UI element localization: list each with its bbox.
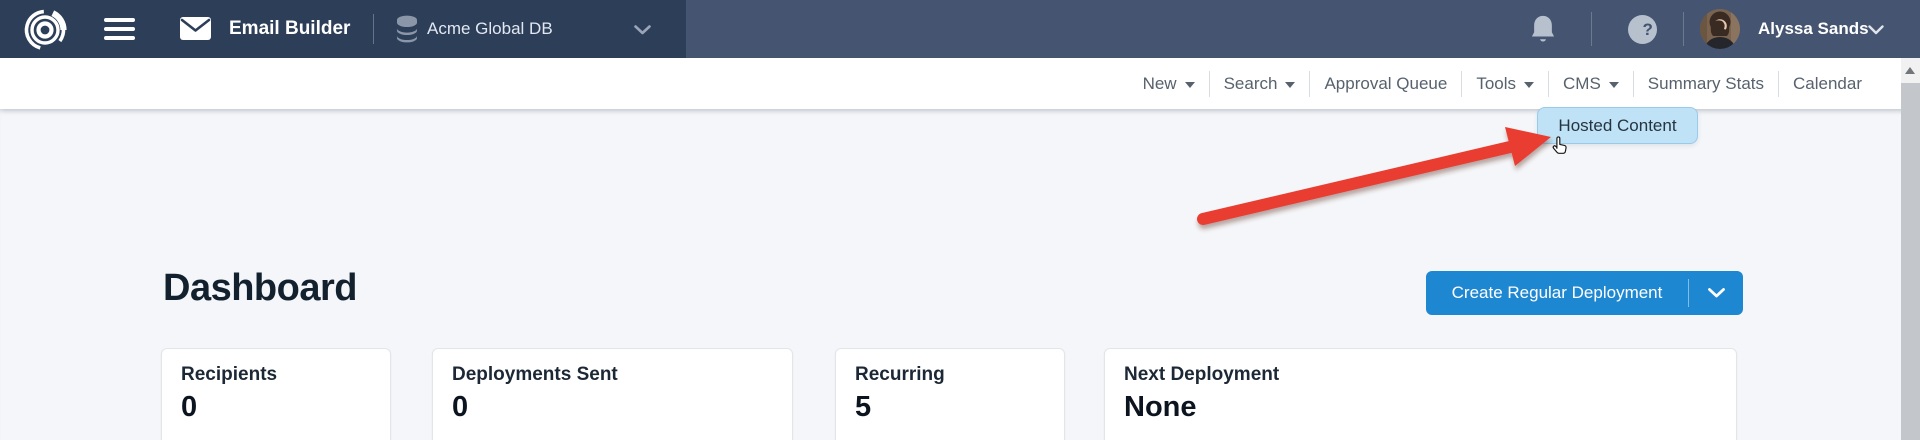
chevron-down-icon bbox=[1708, 288, 1725, 298]
nav-item-search[interactable]: Search bbox=[1224, 74, 1296, 94]
email-envelope-icon bbox=[180, 17, 211, 40]
nav-label: CMS bbox=[1563, 74, 1601, 94]
stat-card-recipients: Recipients 0 Past 30 Days bbox=[161, 348, 391, 440]
nav-divider bbox=[1309, 71, 1310, 97]
notifications-bell-icon[interactable] bbox=[1528, 14, 1558, 46]
card-value: 0 bbox=[181, 391, 371, 424]
nav-label: New bbox=[1143, 74, 1177, 94]
create-regular-deployment-button[interactable]: Create Regular Deployment bbox=[1426, 271, 1743, 315]
stat-card-recurring: Recurring 5 Actively Scheduled bbox=[835, 348, 1065, 440]
stat-card-deployments-sent: Deployments Sent 0 Past 30 Days bbox=[432, 348, 793, 440]
card-value: 5 bbox=[855, 391, 1045, 424]
triangle-up-icon bbox=[1905, 67, 1915, 74]
dashboard-content: Dashboard Create Regular Deployment Reci… bbox=[0, 109, 1920, 440]
nav-label: Approval Queue bbox=[1324, 74, 1447, 94]
card-title: Deployments Sent bbox=[452, 364, 773, 386]
stat-card-next-deployment: Next Deployment None Deployment Name bbox=[1104, 348, 1737, 440]
card-title: Next Deployment bbox=[1124, 364, 1717, 386]
nav-label: Calendar bbox=[1793, 74, 1862, 94]
nav-items: New Search Approval Queue Tools CMS bbox=[1143, 58, 1862, 109]
create-button-dropdown-toggle[interactable] bbox=[1689, 271, 1743, 315]
scrollbar-thumb[interactable] bbox=[1901, 83, 1920, 440]
chevron-down-icon bbox=[1185, 82, 1195, 88]
card-title: Recipients bbox=[181, 364, 371, 386]
database-name: Acme Global DB bbox=[427, 0, 553, 58]
topbar-divider bbox=[1591, 12, 1592, 46]
nav-divider bbox=[1633, 71, 1634, 97]
question-mark-glyph: ? bbox=[1643, 15, 1653, 44]
chevron-down-icon bbox=[1524, 82, 1534, 88]
nav-divider bbox=[1461, 71, 1462, 97]
topbar-divider bbox=[373, 14, 374, 44]
nav-item-new[interactable]: New bbox=[1143, 74, 1195, 94]
nav-item-summary-stats[interactable]: Summary Stats bbox=[1648, 74, 1764, 94]
cms-dropdown-item-hosted-content[interactable]: Hosted Content bbox=[1537, 107, 1698, 144]
user-avatar[interactable] bbox=[1700, 9, 1740, 49]
create-button-label: Create Regular Deployment bbox=[1426, 271, 1688, 315]
topbar-divider bbox=[1683, 12, 1684, 46]
app-title: Email Builder bbox=[229, 0, 350, 58]
app-screen: Email Builder Acme Global DB ? bbox=[0, 0, 1920, 440]
page-title: Dashboard bbox=[163, 267, 357, 310]
help-icon[interactable]: ? bbox=[1628, 15, 1657, 44]
nav-divider bbox=[1778, 71, 1779, 97]
card-value: 0 bbox=[452, 391, 773, 424]
user-name: Alyssa Sands bbox=[1758, 0, 1869, 58]
nav-label: Tools bbox=[1476, 74, 1516, 94]
nav-divider bbox=[1548, 71, 1549, 97]
scrollbar-up-arrow[interactable] bbox=[1901, 58, 1920, 82]
database-icon bbox=[394, 15, 420, 43]
database-selector[interactable]: Acme Global DB bbox=[386, 0, 686, 58]
chevron-down-icon bbox=[634, 25, 651, 35]
nav-divider bbox=[1209, 71, 1210, 97]
main-nav-bar: New Search Approval Queue Tools CMS bbox=[0, 58, 1920, 109]
chevron-down-icon bbox=[1285, 82, 1295, 88]
nav-item-calendar[interactable]: Calendar bbox=[1793, 74, 1862, 94]
nav-item-tools[interactable]: Tools bbox=[1476, 74, 1534, 94]
app-logo-icon[interactable] bbox=[23, 7, 67, 51]
nav-label: Search bbox=[1224, 74, 1278, 94]
nav-item-cms[interactable]: CMS bbox=[1563, 74, 1619, 94]
chevron-down-icon bbox=[1609, 82, 1619, 88]
card-title: Recurring bbox=[855, 364, 1045, 386]
hamburger-menu-icon[interactable] bbox=[104, 17, 135, 41]
card-value: None bbox=[1124, 391, 1717, 424]
top-bar: Email Builder Acme Global DB ? bbox=[0, 0, 1920, 58]
chevron-down-icon[interactable] bbox=[1868, 25, 1884, 35]
nav-item-approval-queue[interactable]: Approval Queue bbox=[1324, 74, 1447, 94]
vertical-scrollbar[interactable] bbox=[1901, 58, 1920, 440]
nav-label: Summary Stats bbox=[1648, 74, 1764, 94]
dropdown-item-label: Hosted Content bbox=[1558, 116, 1676, 136]
